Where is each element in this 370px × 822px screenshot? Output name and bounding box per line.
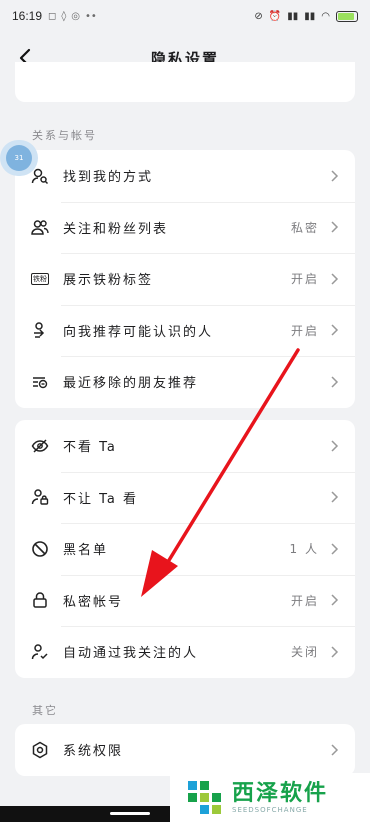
chevron-right-icon	[331, 376, 339, 388]
relations-card: 找到我的方式 关注和粉丝列表 私密 铁粉 展示铁粉标签 开启 向我推荐可能认识的…	[15, 150, 355, 408]
chevron-right-icon	[331, 491, 339, 503]
row-hide-ta[interactable]: 不看 Ta	[15, 420, 355, 472]
status-bar: 16:19 ◻ ◊ ◎ •• ⊘ ⏰ ▮▮ ▮▮ ◠	[0, 0, 370, 32]
chevron-right-icon	[331, 324, 339, 336]
row-label: 系统权限	[63, 744, 124, 760]
system-icons: ⊘ ⏰ ▮▮ ▮▮ ◠	[254, 10, 358, 22]
status-time: 16:19	[12, 9, 43, 23]
row-private-account[interactable]: 私密帐号 开启	[15, 574, 355, 627]
system-nav-bar	[0, 806, 170, 822]
chevron-right-icon	[331, 594, 339, 606]
row-label: 不让 Ta 看	[63, 491, 139, 507]
other-card: 系统权限	[15, 724, 355, 776]
scrolled-card	[15, 62, 355, 102]
followers-icon	[31, 218, 49, 236]
battery-icon	[336, 10, 358, 22]
brand-logo-icon	[188, 780, 221, 814]
watermark-brand: 西泽软件	[232, 780, 329, 806]
row-value: 开启	[290, 272, 319, 287]
hd-signal-icon: ▮▮	[287, 10, 299, 22]
row-label: 私密帐号	[63, 594, 124, 610]
notification-icons: ◻ ◊ ◎ ••	[48, 11, 97, 22]
auto-approve-icon	[31, 643, 49, 661]
wifi-icon: ◠	[321, 10, 330, 22]
watermark-sub: SEEDSOFCHANGE	[232, 805, 308, 814]
row-label: 关注和粉丝列表	[63, 221, 169, 237]
row-label: 自动通过我关注的人	[63, 646, 199, 662]
chevron-right-icon	[331, 744, 339, 756]
chevron-right-icon	[331, 543, 339, 555]
home-indicator[interactable]	[110, 812, 150, 815]
chevron-right-icon	[331, 273, 339, 285]
block-icon	[31, 540, 49, 558]
row-label: 黑名单	[63, 543, 109, 559]
row-value: 开启	[290, 593, 319, 608]
row-find-me[interactable]: 找到我的方式	[15, 150, 355, 202]
section-label-relations: 关系与帐号	[32, 129, 97, 142]
annotation-arrow	[141, 348, 300, 597]
chevron-right-icon	[331, 170, 339, 182]
row-value: 开启	[290, 323, 319, 338]
row-value: 1 人	[289, 542, 319, 557]
fan-badge-icon: 铁粉	[31, 270, 49, 288]
lock-user-icon	[31, 488, 49, 506]
chevron-right-icon	[331, 440, 339, 452]
row-label: 不看 Ta	[63, 440, 117, 456]
removed-list-icon	[31, 373, 49, 391]
app-notification-icon: ◎	[71, 10, 81, 22]
chevron-right-icon	[331, 646, 339, 658]
fan-badge-text: 铁粉	[31, 272, 49, 285]
row-auto-approve[interactable]: 自动通过我关注的人 关闭	[15, 626, 355, 678]
privacy-card: 不看 Ta 不让 Ta 看 黑名单 1 人 私密帐号 开启 自动通过我关注的人 …	[15, 420, 355, 678]
row-recommend[interactable]: 向我推荐可能认识的人 开启	[15, 304, 355, 357]
mute-icon: ⊘	[254, 10, 263, 22]
more-notifications-icon: ••	[85, 10, 97, 22]
row-label: 找到我的方式	[63, 170, 154, 186]
chevron-right-icon	[331, 221, 339, 233]
row-system-permission[interactable]: 系统权限	[15, 724, 355, 776]
row-follow-list[interactable]: 关注和粉丝列表 私密	[15, 201, 355, 254]
app-notification-icon: ◻	[48, 10, 57, 22]
row-label: 展示铁粉标签	[63, 273, 154, 289]
row-label: 向我推荐可能认识的人	[63, 324, 214, 340]
floating-assistant-count: 31	[6, 145, 32, 171]
lock-icon	[31, 591, 49, 609]
system-permission-icon	[31, 741, 49, 759]
row-value: 私密	[290, 220, 319, 235]
hide-eye-icon	[31, 437, 49, 455]
watermark: 西泽软件 SEEDSOFCHANGE	[170, 773, 370, 822]
section-label-other: 其它	[32, 704, 58, 717]
row-fan-badge[interactable]: 铁粉 展示铁粉标签 开启	[15, 253, 355, 305]
row-blacklist[interactable]: 黑名单 1 人	[15, 523, 355, 575]
hd-signal-icon: ▮▮	[304, 10, 316, 22]
floating-assistant-bubble[interactable]: 31	[0, 140, 38, 176]
row-label: 最近移除的朋友推荐	[63, 376, 199, 392]
alarm-icon: ⏰	[268, 10, 282, 22]
recommend-user-icon	[31, 321, 49, 339]
row-value: 关闭	[290, 645, 319, 660]
row-block-ta[interactable]: 不让 Ta 看	[15, 471, 355, 524]
row-removed-recommend[interactable]: 最近移除的朋友推荐	[15, 356, 355, 408]
app-notification-icon: ◊	[61, 10, 67, 22]
